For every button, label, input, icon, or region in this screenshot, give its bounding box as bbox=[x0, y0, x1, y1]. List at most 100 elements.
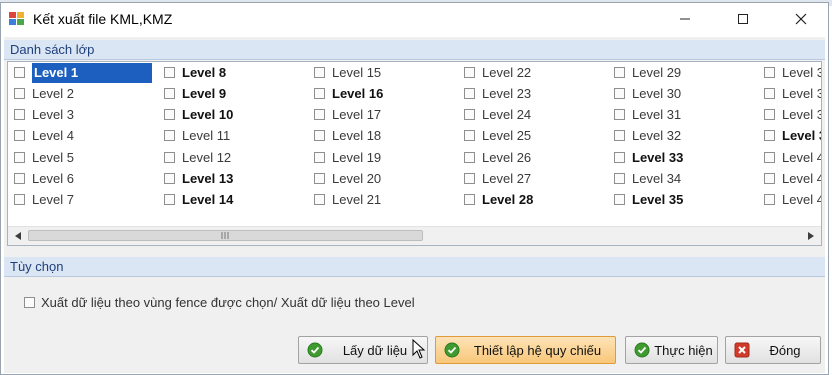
layer-checkbox[interactable] bbox=[14, 130, 25, 142]
layer-checkbox[interactable] bbox=[764, 67, 775, 79]
maximize-button[interactable] bbox=[714, 3, 772, 35]
layer-checkbox[interactable] bbox=[14, 173, 25, 185]
layer-list-item[interactable]: Level 13 bbox=[164, 169, 233, 189]
layer-checkbox[interactable] bbox=[14, 88, 25, 100]
layer-list-item[interactable]: Level 34 bbox=[614, 169, 681, 189]
layer-checkbox[interactable] bbox=[764, 152, 775, 164]
layer-list-item[interactable]: Level 30 bbox=[614, 84, 681, 104]
layer-checkbox[interactable] bbox=[464, 109, 475, 121]
setup-reference-button[interactable]: Thiết lập hệ quy chiếu bbox=[435, 336, 616, 364]
layer-checkbox[interactable] bbox=[614, 67, 625, 79]
get-data-button[interactable]: Lấy dữ liệu bbox=[298, 336, 428, 364]
layer-checkbox[interactable] bbox=[764, 88, 775, 100]
layer-checkbox[interactable] bbox=[14, 152, 25, 164]
execute-button[interactable]: Thực hiện bbox=[625, 336, 718, 364]
layer-list-item[interactable]: Level 29 bbox=[614, 63, 681, 83]
layer-list-item[interactable]: Level 26 bbox=[464, 148, 531, 168]
layer-checkbox[interactable] bbox=[764, 109, 775, 121]
layer-checkbox[interactable] bbox=[614, 130, 625, 142]
layer-list-item[interactable]: Level 18 bbox=[314, 126, 381, 146]
layer-checkbox[interactable] bbox=[464, 194, 475, 206]
layer-list-item[interactable]: Level 39 bbox=[764, 126, 821, 146]
layer-checkbox[interactable] bbox=[164, 109, 175, 121]
layer-list-item[interactable]: Level 10 bbox=[164, 105, 233, 125]
close-button[interactable]: Đóng bbox=[725, 336, 821, 364]
layer-list-item[interactable]: Level 2 bbox=[14, 84, 74, 104]
scrollbar-thumb[interactable] bbox=[28, 230, 423, 241]
layer-list-item[interactable]: Level 6 bbox=[14, 169, 74, 189]
layer-checkbox[interactable] bbox=[764, 173, 775, 185]
layer-list-item[interactable]: Level 15 bbox=[314, 63, 381, 83]
title-bar[interactable]: Kết xuất file KML,KMZ bbox=[1, 3, 828, 35]
layer-list-item[interactable]: Level 16 bbox=[314, 84, 383, 104]
layer-checkbox[interactable] bbox=[164, 173, 175, 185]
layer-checkbox[interactable] bbox=[14, 67, 25, 79]
layer-checkbox[interactable] bbox=[614, 173, 625, 185]
layer-list-item[interactable]: Level 14 bbox=[164, 190, 233, 210]
minimize-button[interactable] bbox=[656, 3, 714, 35]
layer-list-item[interactable]: Level 1 bbox=[14, 63, 152, 83]
layer-checkbox[interactable] bbox=[14, 109, 25, 121]
layer-list-item[interactable]: Level 7 bbox=[14, 190, 74, 210]
close-window-button[interactable] bbox=[772, 3, 830, 35]
layer-list-item[interactable]: Level 5 bbox=[14, 148, 74, 168]
layer-checkbox[interactable] bbox=[314, 88, 325, 100]
layer-checkbox[interactable] bbox=[614, 194, 625, 206]
layer-checkbox[interactable] bbox=[164, 88, 175, 100]
scroll-right-arrow-icon[interactable] bbox=[805, 230, 817, 242]
layer-list-item[interactable]: Level 38 bbox=[764, 105, 821, 125]
layer-checkbox[interactable] bbox=[164, 152, 175, 164]
fence-export-checkbox[interactable] bbox=[24, 297, 35, 309]
layer-list-item[interactable]: Level 9 bbox=[164, 84, 226, 104]
scroll-left-arrow-icon[interactable] bbox=[12, 230, 24, 242]
layer-list-item[interactable]: Level 36 bbox=[764, 63, 821, 83]
layer-checkbox[interactable] bbox=[464, 130, 475, 142]
layer-list-item[interactable]: Level 42 bbox=[764, 190, 821, 210]
layer-list-item[interactable]: Level 35 bbox=[614, 190, 683, 210]
layer-checkbox[interactable] bbox=[314, 130, 325, 142]
layer-list-item[interactable]: Level 8 bbox=[164, 63, 226, 83]
layer-checkbox[interactable] bbox=[314, 152, 325, 164]
layer-checkbox[interactable] bbox=[464, 152, 475, 164]
layer-checkbox[interactable] bbox=[464, 173, 475, 185]
layer-list-item[interactable]: Level 37 bbox=[764, 84, 821, 104]
layer-list-item[interactable]: Level 24 bbox=[464, 105, 531, 125]
layer-list-item[interactable]: Level 28 bbox=[464, 190, 533, 210]
layer-list-item[interactable]: Level 40 bbox=[764, 148, 821, 168]
layer-list-item[interactable]: Level 3 bbox=[14, 105, 74, 125]
layer-list-item[interactable]: Level 27 bbox=[464, 169, 531, 189]
layer-checkbox[interactable] bbox=[464, 67, 475, 79]
layer-checkbox[interactable] bbox=[164, 194, 175, 206]
layer-checkbox[interactable] bbox=[314, 194, 325, 206]
layer-list-item[interactable]: Level 21 bbox=[314, 190, 381, 210]
layer-list-item[interactable]: Level 23 bbox=[464, 84, 531, 104]
layer-checkbox[interactable] bbox=[764, 130, 775, 142]
layer-checkbox[interactable] bbox=[14, 194, 25, 206]
layer-checkbox[interactable] bbox=[314, 173, 325, 185]
layer-checkbox[interactable] bbox=[164, 67, 175, 79]
layer-list-item[interactable]: Level 20 bbox=[314, 169, 381, 189]
layer-list-item[interactable]: Level 33 bbox=[614, 148, 683, 168]
layer-list-item[interactable]: Level 19 bbox=[314, 148, 381, 168]
layer-label: Level 16 bbox=[332, 86, 384, 101]
layer-checkbox[interactable] bbox=[764, 194, 775, 206]
layer-list-item[interactable]: Level 25 bbox=[464, 126, 531, 146]
horizontal-scrollbar[interactable] bbox=[8, 226, 821, 245]
layer-list-item[interactable]: Level 31 bbox=[614, 105, 681, 125]
layer-checkbox[interactable] bbox=[464, 88, 475, 100]
layer-list-item[interactable]: Level 4 bbox=[14, 126, 74, 146]
layer-list-item[interactable]: Level 17 bbox=[314, 105, 381, 125]
layer-checkbox[interactable] bbox=[614, 88, 625, 100]
layer-checkbox[interactable] bbox=[164, 130, 175, 142]
layer-list-item[interactable]: Level 11 bbox=[164, 126, 230, 146]
layer-checklist[interactable]: Level 1 Level 2 Level 3 Level 4 Level 5 Level… bbox=[7, 61, 822, 246]
layer-checkbox[interactable] bbox=[614, 152, 625, 164]
layer-list-item[interactable]: Level 41 bbox=[764, 169, 821, 189]
layer-checkbox[interactable] bbox=[314, 109, 325, 121]
layer-list-item[interactable]: Level 32 bbox=[614, 126, 681, 146]
layer-list-item[interactable]: Level 22 bbox=[464, 63, 531, 83]
layer-list-item[interactable]: Level 12 bbox=[164, 148, 231, 168]
fence-export-option[interactable]: Xuất dữ liệu theo vùng fence được chọn/ … bbox=[24, 295, 415, 311]
layer-checkbox[interactable] bbox=[314, 67, 325, 79]
layer-checkbox[interactable] bbox=[614, 109, 625, 121]
